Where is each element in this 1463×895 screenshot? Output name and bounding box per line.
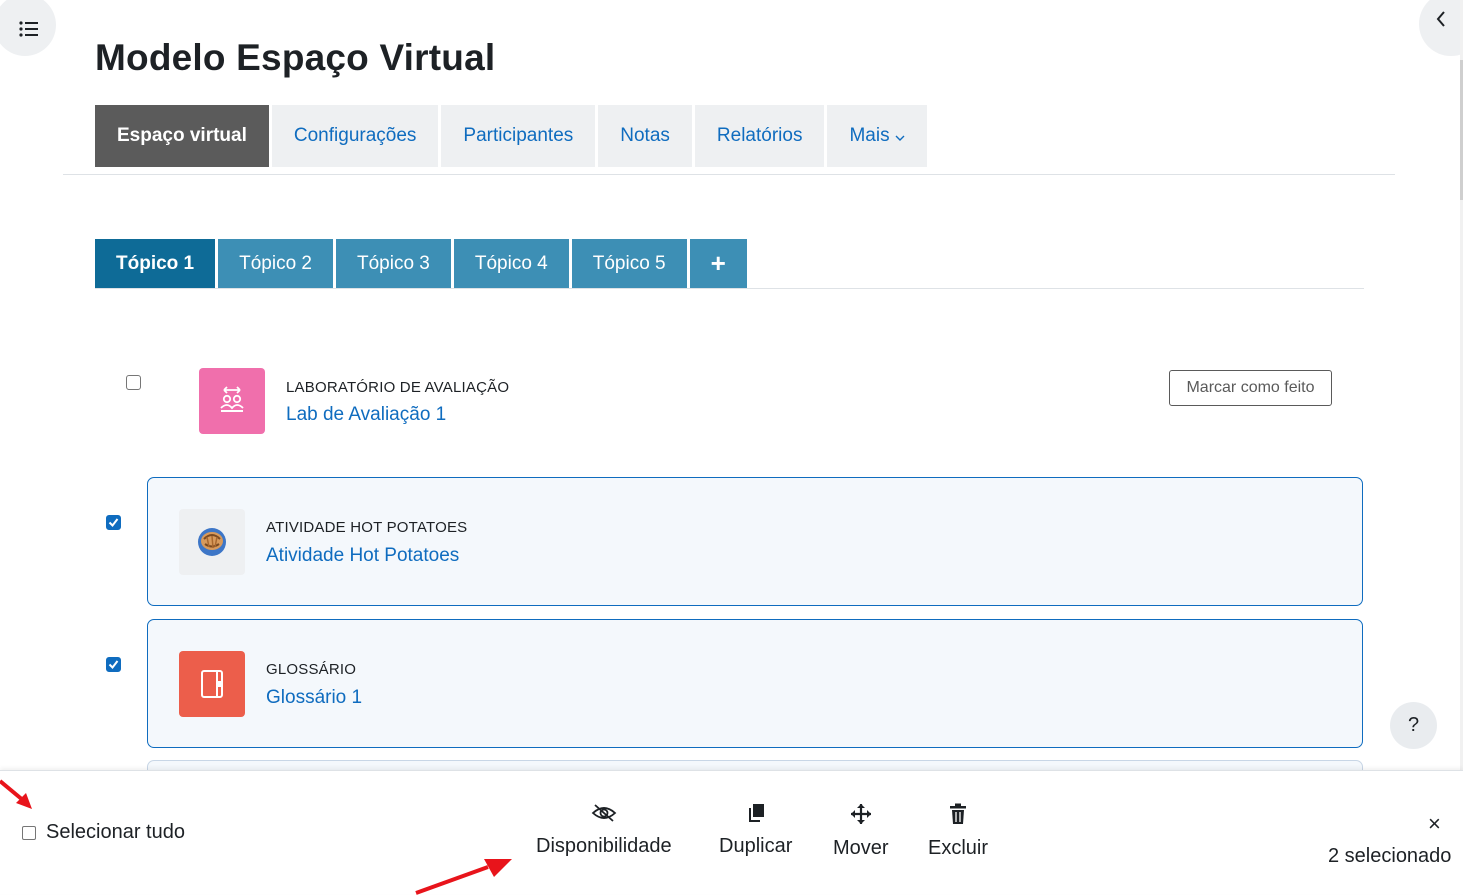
block-drawer-toggle-button[interactable]	[1419, 0, 1463, 56]
tab-topico-1[interactable]: Tópico 1	[95, 239, 216, 288]
activity-type-label: Laboratório de avaliação	[286, 379, 510, 396]
eye-slash-icon	[591, 804, 617, 822]
topic-divider	[95, 288, 1364, 289]
activity-checkbox-glossary[interactable]	[106, 657, 121, 672]
chevron-down-icon	[895, 135, 905, 141]
delete-button[interactable]: Excluir	[928, 803, 988, 860]
duplicate-button[interactable]: Duplicar	[719, 803, 792, 858]
move-button[interactable]: Mover	[833, 803, 889, 860]
availability-button[interactable]: Disponibilidade	[536, 803, 672, 858]
tab-configuracoes[interactable]: Configurações	[271, 105, 439, 167]
selected-count: 2 selecionado	[1328, 845, 1452, 867]
move-icon	[850, 804, 871, 824]
activity-checkbox-lab[interactable]	[126, 375, 141, 390]
hot-potatoes-icon	[179, 509, 245, 575]
activity-card-hotpot[interactable]: Atividade Hot Potatoes Atividade Hot Pot…	[147, 477, 1363, 606]
select-all-checkbox[interactable]: Selecionar tudo	[22, 821, 185, 844]
select-all-box[interactable]	[22, 825, 36, 840]
tab-topico-3[interactable]: Tópico 3	[336, 239, 451, 288]
trash-icon	[950, 803, 966, 824]
page-title: Modelo Espaço Virtual	[95, 37, 496, 78]
nav-divider	[63, 174, 1395, 175]
checkmark-icon	[108, 660, 119, 670]
close-bulk-edit-button[interactable]: ×	[1428, 811, 1441, 837]
chevron-left-icon	[1436, 11, 1445, 27]
glossary-icon	[179, 651, 245, 717]
bulk-edit-footer: Selecionar tudo Disponibilidade Duplicar…	[0, 770, 1463, 894]
course-index-toggle-button[interactable]	[0, 0, 56, 56]
help-button[interactable]: ?	[1390, 702, 1437, 749]
move-label: Mover	[833, 837, 889, 859]
tab-notas[interactable]: Notas	[598, 105, 692, 167]
mark-as-done-button[interactable]: Marcar como feito	[1169, 370, 1332, 406]
course-navigation: Espaço virtual Configurações Participant…	[95, 105, 927, 167]
annotation-arrow-select-all	[0, 779, 32, 809]
activity-card-glossary[interactable]: Glossário Glossário 1	[147, 619, 1363, 748]
tab-mais[interactable]: Mais	[827, 105, 927, 167]
add-topic-button[interactable]: +	[689, 239, 747, 288]
select-all-label: Selecionar tudo	[46, 821, 185, 843]
tab-relatorios[interactable]: Relatórios	[694, 105, 825, 167]
checkmark-icon	[108, 518, 119, 528]
availability-label: Disponibilidade	[536, 835, 672, 857]
activity-checkbox-hotpot[interactable]	[106, 515, 121, 530]
tab-topico-5[interactable]: Tópico 5	[571, 239, 687, 288]
copy-icon	[748, 804, 764, 822]
activity-type-label: Atividade Hot Potatoes	[266, 519, 468, 536]
workshop-icon	[199, 368, 265, 434]
list-icon	[19, 21, 38, 37]
tab-topico-4[interactable]: Tópico 4	[453, 239, 569, 288]
activity-link-lab[interactable]: Lab de Avaliação 1	[286, 404, 446, 426]
tab-participantes[interactable]: Participantes	[441, 105, 596, 167]
topic-tabs: Tópico 1 Tópico 2 Tópico 3 Tópico 4 Tópi…	[95, 239, 747, 288]
activity-link-glossary[interactable]: Glossário 1	[266, 687, 362, 709]
activity-type-label: Glossário	[266, 661, 357, 678]
delete-label: Excluir	[928, 837, 989, 859]
tab-mais-label: Mais	[849, 125, 890, 146]
tab-topico-2[interactable]: Tópico 2	[218, 239, 333, 288]
activity-link-hotpot[interactable]: Atividade Hot Potatoes	[266, 545, 459, 567]
tab-espaco-virtual[interactable]: Espaço virtual	[95, 105, 269, 167]
annotation-arrow-availability	[415, 859, 512, 895]
duplicate-label: Duplicar	[719, 835, 793, 857]
